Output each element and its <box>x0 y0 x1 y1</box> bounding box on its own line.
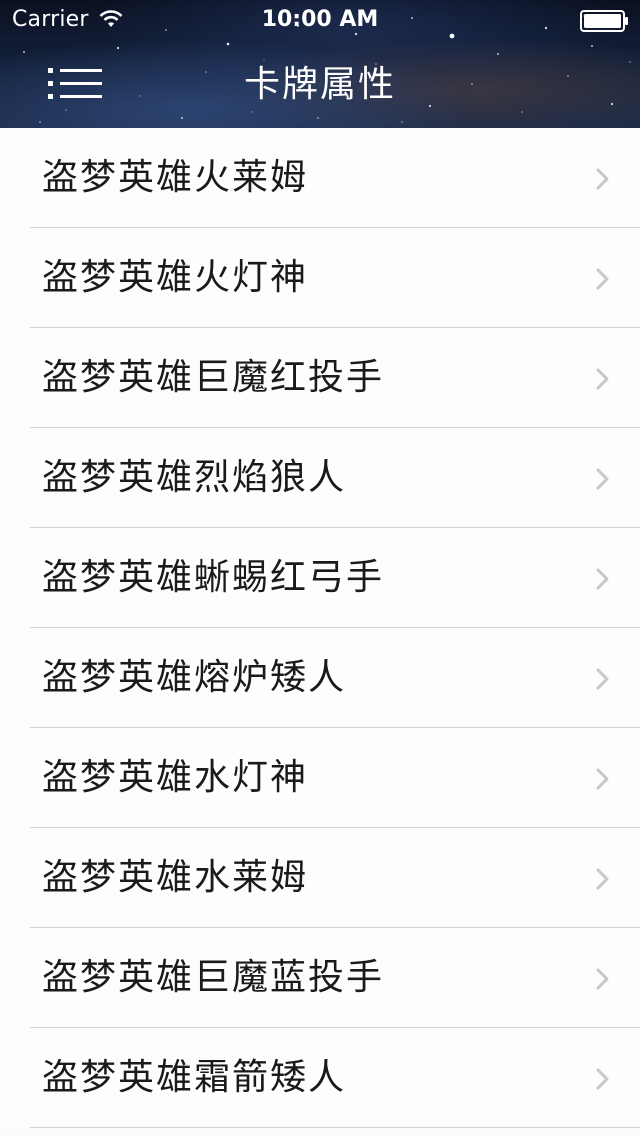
list-item[interactable]: 盗梦英雄烈焰狼人 <box>0 428 640 528</box>
chevron-right-icon <box>596 468 610 494</box>
list-item[interactable]: 盗梦英雄蜥蜴红弓手 <box>0 528 640 628</box>
list-item[interactable]: 盗梦英雄霜箭矮人 <box>0 1028 640 1128</box>
list-item[interactable]: 盗梦英雄火灯神 <box>0 228 640 328</box>
status-time: 10:00 AM <box>261 7 379 32</box>
list-item[interactable]: 盗梦英雄巨魔红投手 <box>0 328 640 428</box>
list-item-label: 盗梦英雄火灯神 <box>42 257 309 298</box>
list-item[interactable]: 盗梦英雄火莱姆 <box>0 128 640 228</box>
list-item-label: 盗梦英雄巨魔红投手 <box>42 357 385 398</box>
list-item[interactable]: 盗梦英雄熔炉矮人 <box>0 628 640 728</box>
list-item-label: 盗梦英雄水灯神 <box>42 757 309 798</box>
chevron-right-icon <box>596 268 610 294</box>
navigation-header: Carrier 10:00 AM 卡牌属性 <box>0 0 640 128</box>
status-bar: Carrier 10:00 AM <box>0 0 640 40</box>
chevron-right-icon <box>596 868 610 894</box>
list-item[interactable]: 盗梦英雄水灯神 <box>0 728 640 828</box>
chevron-right-icon <box>596 368 610 394</box>
battery-full-icon <box>580 10 630 36</box>
chevron-right-icon <box>596 1068 610 1094</box>
list-item[interactable]: 盗梦英雄巨魔蓝投手 <box>0 928 640 1028</box>
card-attribute-list: 盗梦英雄火莱姆 盗梦英雄火灯神盗梦英雄巨魔红投手 盗梦英雄烈焰狼人 盗梦英雄蜥蜴红弓手… <box>0 128 640 1128</box>
list-item-label: 盗梦英雄巨魔蓝投手 <box>42 957 385 998</box>
chevron-right-icon <box>596 668 610 694</box>
list-item[interactable]: 盗梦英雄水莱姆 <box>0 828 640 928</box>
list-item-label: 盗梦英雄水莱姆 <box>42 857 309 898</box>
chevron-right-icon <box>596 768 610 794</box>
screen: Carrier 10:00 AM 卡牌属性 盗梦英雄火莱姆 盗梦英雄火灯神 盗梦… <box>0 0 640 1136</box>
list-item-label: 盗梦英雄蜥蜴红弓手 <box>42 557 385 598</box>
list-item-label: 盗梦英雄火莱姆 <box>42 157 309 198</box>
list-item-label: 盗梦英雄烈焰狼人 <box>42 457 347 498</box>
page-title: 卡牌属性 <box>243 64 396 105</box>
chevron-right-icon <box>596 968 610 994</box>
chevron-right-icon <box>596 568 610 594</box>
list-item-label: 盗梦英雄熔炉矮人 <box>42 657 347 698</box>
list-item-label: 盗梦英雄霜箭矮人 <box>42 1057 347 1098</box>
chevron-right-icon <box>596 168 610 194</box>
